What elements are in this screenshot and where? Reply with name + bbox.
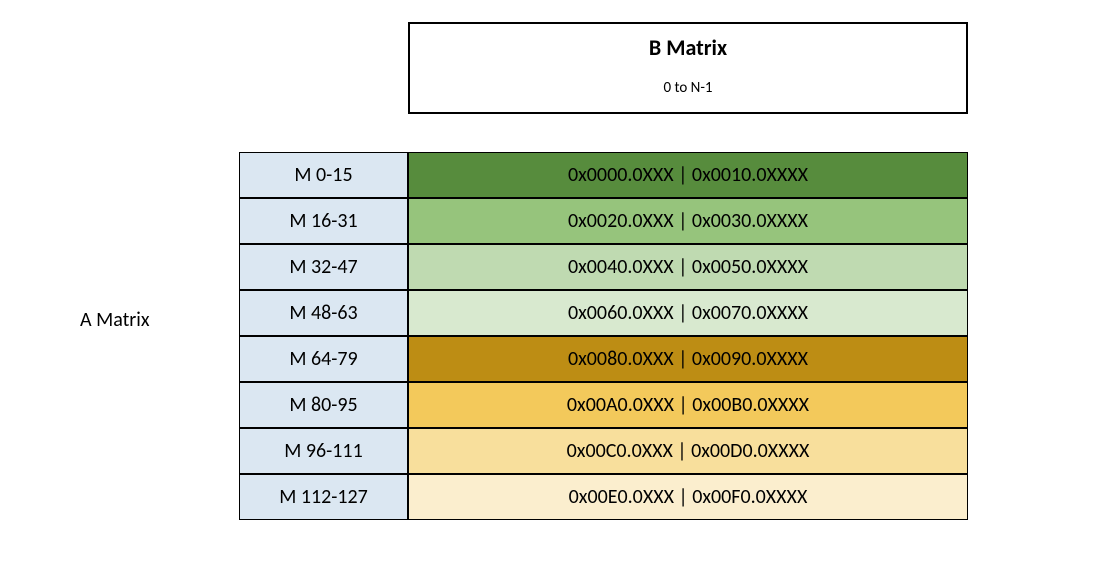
b-matrix-title: B Matrix: [410, 34, 966, 61]
table-row: M 112-127 0x00E0.0XXX | 0x00F0.0XXXX: [239, 474, 968, 520]
matrix-table: M 0-15 0x0000.0XXX | 0x0010.0XXXX M 16-3…: [239, 152, 968, 520]
m-range-cell: M 112-127: [239, 474, 408, 520]
m-range-cell: M 0-15: [239, 152, 408, 198]
m-range-cell: M 48-63: [239, 290, 408, 336]
address-cell: 0x0060.0XXX | 0x0070.0XXXX: [408, 290, 968, 336]
m-range-cell: M 80-95: [239, 382, 408, 428]
b-matrix-box: B Matrix 0 to N-1: [408, 22, 968, 114]
address-cell: 0x0000.0XXX | 0x0010.0XXXX: [408, 152, 968, 198]
m-range-cell: M 64-79: [239, 336, 408, 382]
table-row: M 0-15 0x0000.0XXX | 0x0010.0XXXX: [239, 152, 968, 198]
table-row: M 32-47 0x0040.0XXX | 0x0050.0XXXX: [239, 244, 968, 290]
address-cell: 0x00A0.0XXX | 0x00B0.0XXXX: [408, 382, 968, 428]
m-range-cell: M 16-31: [239, 198, 408, 244]
table-row: M 80-95 0x00A0.0XXX | 0x00B0.0XXXX: [239, 382, 968, 428]
m-range-cell: M 96-111: [239, 428, 408, 474]
table-row: M 16-31 0x0020.0XXX | 0x0030.0XXXX: [239, 198, 968, 244]
m-range-cell: M 32-47: [239, 244, 408, 290]
a-matrix-label: A Matrix: [80, 308, 150, 332]
table-row: M 96-111 0x00C0.0XXX | 0x00D0.0XXXX: [239, 428, 968, 474]
address-cell: 0x0020.0XXX | 0x0030.0XXXX: [408, 198, 968, 244]
table-row: M 64-79 0x0080.0XXX | 0x0090.0XXXX: [239, 336, 968, 382]
address-cell: 0x00C0.0XXX | 0x00D0.0XXXX: [408, 428, 968, 474]
address-cell: 0x00E0.0XXX | 0x00F0.0XXXX: [408, 474, 968, 520]
table-row: M 48-63 0x0060.0XXX | 0x0070.0XXXX: [239, 290, 968, 336]
address-cell: 0x0080.0XXX | 0x0090.0XXXX: [408, 336, 968, 382]
address-cell: 0x0040.0XXX | 0x0050.0XXXX: [408, 244, 968, 290]
b-matrix-range: 0 to N-1: [410, 79, 966, 97]
